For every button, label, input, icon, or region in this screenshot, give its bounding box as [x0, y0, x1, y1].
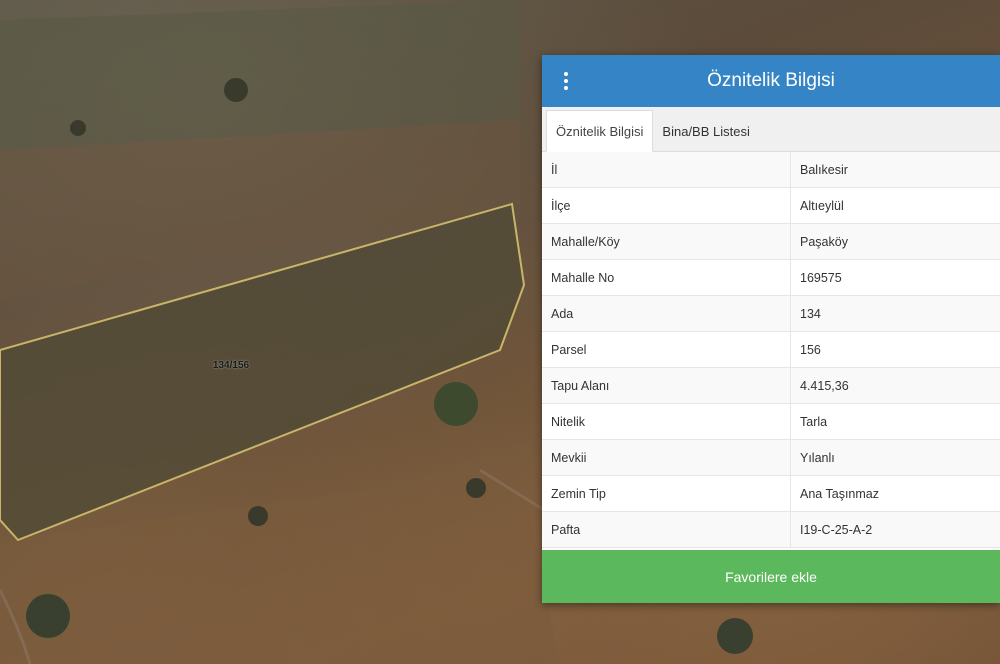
table-row: İlçe Altıeylül [542, 187, 1000, 224]
row-key: İlçe [542, 187, 791, 224]
tree [466, 478, 486, 498]
panel-title: Öznitelik Bilgisi [707, 70, 835, 91]
tree [434, 382, 478, 426]
table-row: Mahalle/Köy Paşaköy [542, 223, 1000, 260]
row-value: Altıeylül [790, 187, 1000, 224]
row-key: Mahalle No [542, 259, 791, 296]
row-value: 134 [790, 295, 1000, 332]
tab-attribute-info[interactable]: Öznitelik Bilgisi [546, 110, 654, 152]
row-key: Nitelik [542, 403, 791, 440]
row-key: Mahalle/Köy [542, 223, 791, 260]
panel-header: Öznitelik Bilgisi [542, 55, 1000, 107]
parcel-label: 134/156 [212, 360, 250, 371]
table-row: İl Balıkesir [542, 152, 1000, 188]
table-row: Pafta I19-C-25-A-2 [542, 511, 1000, 548]
row-value: 156 [790, 331, 1000, 368]
row-key: İl [542, 152, 791, 188]
table-row: Tapu Alanı 4.415,36 [542, 367, 1000, 404]
vertical-dots-icon[interactable] [556, 68, 576, 94]
row-value: Ana Taşınmaz [790, 475, 1000, 512]
table-row: Zemin Tip Ana Taşınmaz [542, 475, 1000, 512]
row-key: Tapu Alanı [542, 367, 791, 404]
row-key: Parsel [542, 331, 791, 368]
tree [248, 506, 268, 526]
table-row: Mahalle No 169575 [542, 259, 1000, 296]
row-key: Zemin Tip [542, 475, 791, 512]
table-row: Nitelik Tarla [542, 403, 1000, 440]
row-value: 4.415,36 [790, 367, 1000, 404]
row-value: Tarla [790, 403, 1000, 440]
row-value: Balıkesir [790, 152, 1000, 188]
attribute-panel: Öznitelik Bilgisi Öznitelik Bilgisi Bina… [542, 55, 1000, 603]
table-row: Parsel 156 [542, 331, 1000, 368]
tree [224, 78, 248, 102]
row-value: 169575 [790, 259, 1000, 296]
row-key: Mevkii [542, 439, 791, 476]
row-value: Paşaköy [790, 223, 1000, 260]
table-row: Mevkii Yılanlı [542, 439, 1000, 476]
attribute-table: İl Balıkesir İlçe Altıeylül Mahalle/Köy Paş… [542, 152, 1000, 548]
tree [717, 618, 753, 654]
tree [26, 594, 70, 638]
tree [70, 120, 86, 136]
row-value: I19-C-25-A-2 [790, 511, 1000, 548]
row-value: Yılanlı [790, 439, 1000, 476]
tab-building-list[interactable]: Bina/BB Listesi [653, 111, 758, 151]
tab-bar: Öznitelik Bilgisi Bina/BB Listesi [542, 107, 1000, 152]
row-key: Ada [542, 295, 791, 332]
add-to-favorites-button[interactable]: Favorilere ekle [542, 550, 1000, 603]
table-row: Ada 134 [542, 295, 1000, 332]
row-key: Pafta [542, 511, 791, 548]
